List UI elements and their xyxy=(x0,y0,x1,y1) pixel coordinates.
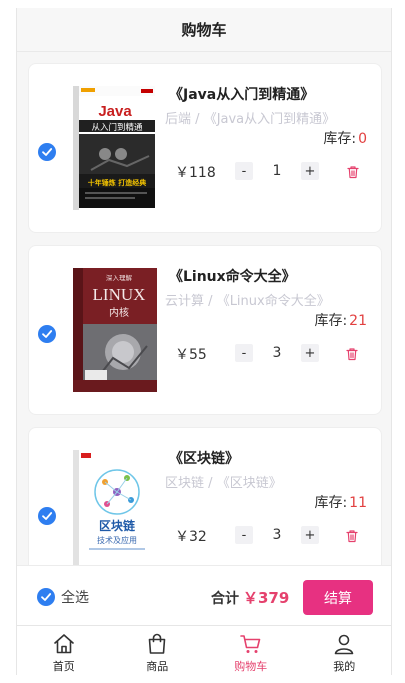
tab-bar: 首页 商品 购物车 我的 xyxy=(17,625,391,675)
book-cover: Java 从入门到精通 十年锤炼 打造经典 xyxy=(69,84,161,212)
svg-text:Java: Java xyxy=(98,103,132,120)
crumb-separator: / xyxy=(208,476,213,491)
stock-info: 库存: 0 xyxy=(323,128,367,148)
item-checkbox[interactable] xyxy=(38,507,56,525)
item-checkbox[interactable] xyxy=(38,325,56,343)
quantity-stepper: - 3 + xyxy=(235,526,319,544)
increase-button[interactable]: + xyxy=(301,526,319,544)
item-price: ￥55 xyxy=(175,347,207,363)
book-cover: 区块链 技术及应用 xyxy=(69,448,161,565)
cart-total: 合计 ￥379 xyxy=(211,587,289,608)
home-icon xyxy=(53,634,74,654)
phone-frame: 购物车 Java 从入门到精通 十年锤炼 打造经典 《Java从入门到精通》 后… xyxy=(16,8,392,675)
crumb-separator: / xyxy=(195,112,200,127)
quantity-value: 3 xyxy=(272,527,282,543)
crumb-title[interactable]: 《Linux命令大全》 xyxy=(217,294,330,309)
book-breadcrumb: 区块链 / 《区块链》 xyxy=(165,472,282,491)
crumb-title[interactable]: 《Java从入门到精通》 xyxy=(204,112,335,127)
check-icon xyxy=(42,330,53,338)
crumb-category[interactable]: 区块链 xyxy=(165,476,204,491)
quantity-stepper: - 3 + xyxy=(235,344,319,362)
stock-info: 库存: 21 xyxy=(314,310,367,330)
decrease-button[interactable]: - xyxy=(235,526,253,544)
crumb-category[interactable]: 云计算 xyxy=(165,294,204,309)
delete-icon[interactable] xyxy=(345,529,359,543)
total-value: ￥379 xyxy=(243,589,290,607)
select-all-label: 全选 xyxy=(61,590,89,606)
tab-home[interactable]: 首页 xyxy=(17,626,111,675)
stock-label: 库存: xyxy=(314,495,348,511)
delete-icon[interactable] xyxy=(345,347,359,361)
stock-info: 库存: 11 xyxy=(314,492,367,512)
cart-footer: 全选 合计 ￥379 结算 xyxy=(17,565,391,625)
svg-text:从入门到精通: 从入门到精通 xyxy=(91,122,143,133)
tab-profile[interactable]: 我的 xyxy=(298,626,392,675)
book-cover: 深入理解 LINUX 内核 xyxy=(69,266,161,394)
check-icon xyxy=(42,512,53,520)
check-icon xyxy=(41,593,52,601)
select-all-toggle[interactable]: 全选 xyxy=(37,587,89,607)
checkout-button[interactable]: 结算 xyxy=(303,580,373,615)
increase-button[interactable]: + xyxy=(301,162,319,180)
cart-list[interactable]: Java 从入门到精通 十年锤炼 打造经典 《Java从入门到精通》 后端 / … xyxy=(17,53,391,565)
top-bar: 购物车 xyxy=(17,8,391,52)
user-icon xyxy=(334,634,354,655)
book-title[interactable]: 《Linux命令大全》 xyxy=(169,266,296,286)
stock-count: 11 xyxy=(349,495,367,511)
delete-icon[interactable] xyxy=(346,165,360,179)
svg-text:内核: 内核 xyxy=(109,306,129,319)
item-checkbox[interactable] xyxy=(38,143,56,161)
cart-item: 深入理解 LINUX 内核 《Linux命令大全》 云计算 / 《Linux命令… xyxy=(28,245,382,415)
svg-text:深入理解: 深入理解 xyxy=(106,273,133,282)
book-breadcrumb: 云计算 / 《Linux命令大全》 xyxy=(165,290,330,309)
crumb-title[interactable]: 《区块链》 xyxy=(217,476,282,491)
cart-icon xyxy=(239,635,261,653)
cart-item: 区块链 技术及应用 《区块链》 区块链 / 《区块链》 库存: 11 ￥32 - … xyxy=(28,427,382,565)
svg-text:区块链: 区块链 xyxy=(99,518,136,533)
tab-products[interactable]: 商品 xyxy=(111,626,205,675)
book-title[interactable]: 《区块链》 xyxy=(169,448,239,468)
item-price: ￥118 xyxy=(175,165,216,181)
svg-text:十年锤炼 打造经典: 十年锤炼 打造经典 xyxy=(88,178,146,187)
quantity-stepper: - 1 + xyxy=(235,162,319,180)
bag-icon xyxy=(148,633,166,654)
svg-text:技术及应用: 技术及应用 xyxy=(97,535,137,545)
item-price: ￥32 xyxy=(175,529,207,545)
tab-cart[interactable]: 购物车 xyxy=(204,626,298,675)
select-all-checkbox[interactable] xyxy=(37,588,55,606)
page-title: 购物车 xyxy=(181,21,227,39)
book-title[interactable]: 《Java从入门到精通》 xyxy=(169,84,314,104)
stock-count: 0 xyxy=(358,131,367,147)
tab-label: 我的 xyxy=(333,660,356,673)
tab-label: 首页 xyxy=(52,660,75,673)
check-icon xyxy=(42,148,53,156)
crumb-category[interactable]: 后端 xyxy=(165,112,191,127)
book-breadcrumb: 后端 / 《Java从入门到精通》 xyxy=(165,108,335,127)
decrease-button[interactable]: - xyxy=(235,162,253,180)
svg-text:LINUX: LINUX xyxy=(93,285,146,304)
tab-label: 购物车 xyxy=(234,660,268,673)
quantity-value: 3 xyxy=(272,345,282,361)
stock-count: 21 xyxy=(349,313,367,329)
cart-item: Java 从入门到精通 十年锤炼 打造经典 《Java从入门到精通》 后端 / … xyxy=(28,63,382,233)
crumb-separator: / xyxy=(208,294,213,309)
stock-label: 库存: xyxy=(314,313,348,329)
decrease-button[interactable]: - xyxy=(235,344,253,362)
increase-button[interactable]: + xyxy=(301,344,319,362)
quantity-value: 1 xyxy=(272,163,282,179)
stock-label: 库存: xyxy=(323,131,357,147)
tab-label: 商品 xyxy=(146,660,169,673)
total-label: 合计 xyxy=(211,591,239,607)
